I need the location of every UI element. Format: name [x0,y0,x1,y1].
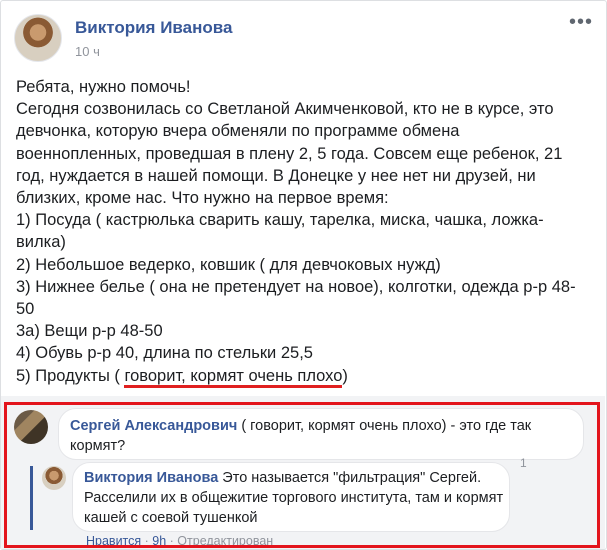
post-line: девчонка, которую вчера обменяли по прог… [16,122,460,141]
post-line: 1) Посуда ( кастрюлька сварить кашу, тар… [16,211,544,230]
post-line: 2) Небольшое ведерко, ковшик ( для девчо… [16,255,441,274]
post-line-suffix: ) [342,366,348,385]
post-line: близких, кроме нас. Что нужно на первое … [16,189,389,208]
post-time[interactable]: 10 ч [75,44,100,59]
post-line: 3а) Вещи р-р 48-50 [16,322,163,341]
post-line-prefix: 5) Продукты ( [16,366,125,385]
post-line: Сегодня созвонилась со Светланой Акимчен… [16,100,554,119]
post-line: военнопленных, проведшая в плену 2, 5 го… [16,144,563,163]
author-avatar[interactable] [14,14,62,62]
post-line: 4) Обувь р-р 40, длина по стельки 25,5 [16,344,313,363]
post-line: 3) Нижнее белье ( она не претендует на н… [16,277,576,296]
post-line: год, нуждается в нашей помощи. В Донецке… [16,166,536,185]
post-author-name[interactable]: Виктория Иванова [75,18,232,38]
post-line-last: 5) Продукты ( говорит, кормят очень плох… [16,365,596,388]
red-highlight-frame [4,402,600,548]
post-text: Ребята, нужно помочь! Сегодня созвонилас… [16,76,596,388]
post-line: Ребята, нужно помочь! [16,78,191,96]
more-options-icon[interactable]: ••• [569,12,593,32]
underlined-quote: говорит, кормят очень плохо [124,366,343,388]
post-line: 50 [16,300,35,319]
post-line: вилка) [16,233,66,252]
